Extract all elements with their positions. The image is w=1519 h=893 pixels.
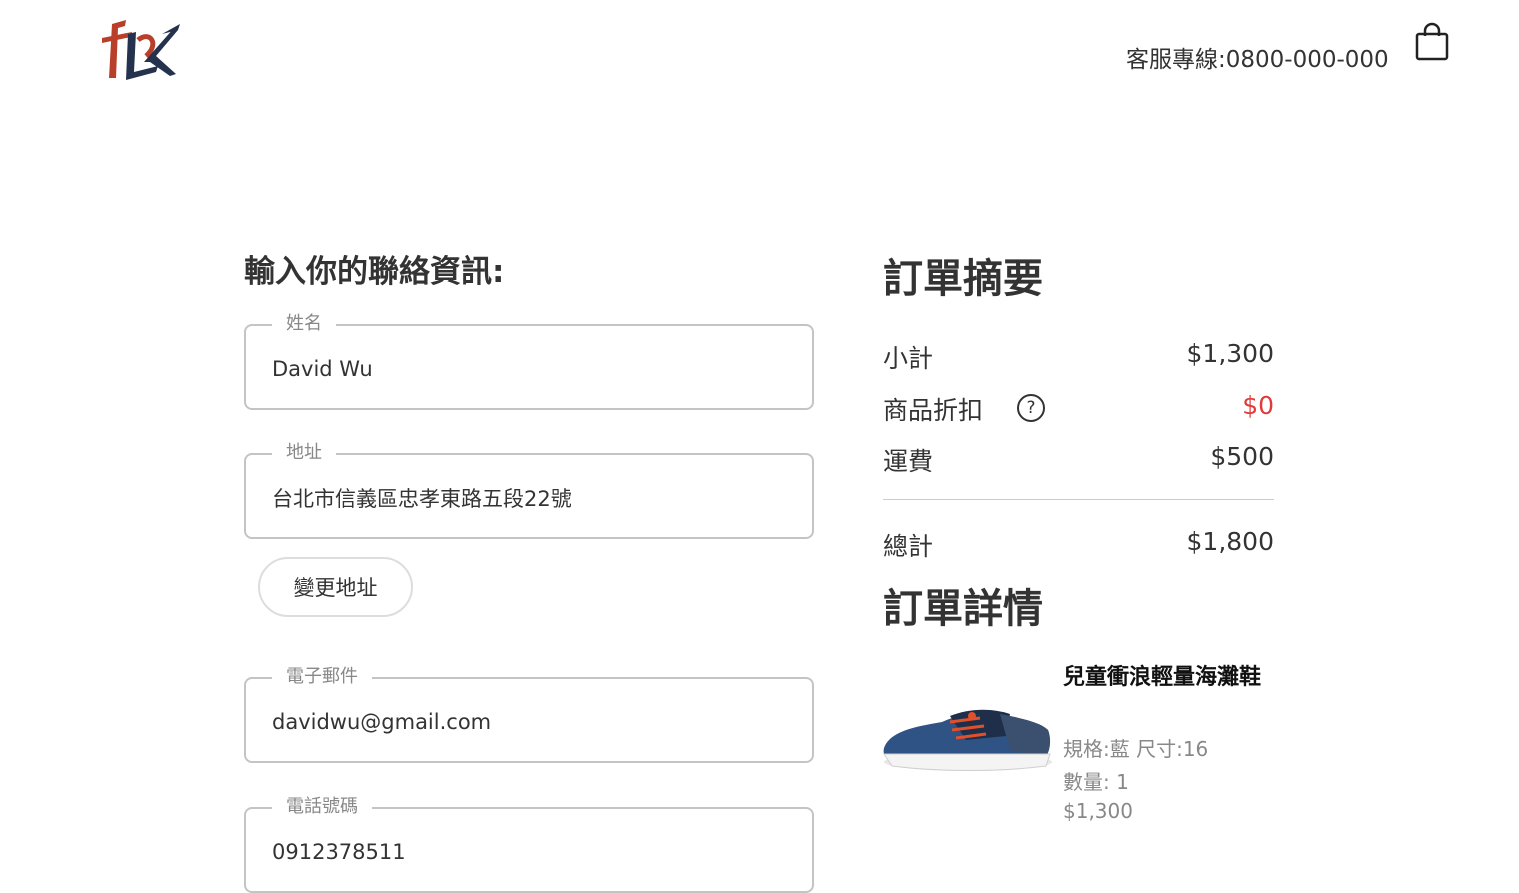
subtotal-row: 小計 $1,300 — [883, 339, 1274, 373]
product-spec: 規格:藍 尺寸:16 — [1063, 737, 1209, 761]
name-input[interactable] — [272, 354, 792, 384]
shipping-value: $500 — [1210, 442, 1274, 471]
email-input[interactable] — [272, 707, 792, 737]
product-quantity: 數量: 1 — [1063, 770, 1129, 794]
subtotal-label: 小計 — [883, 344, 934, 373]
shipping-label: 運費 — [883, 447, 934, 476]
address-field: 地址 — [244, 442, 814, 539]
discount-label: 商品折扣 — [883, 396, 984, 425]
phone-field: 電話號碼 — [244, 796, 814, 893]
subtotal-value: $1,300 — [1186, 339, 1274, 368]
shipping-row: 運費 $500 — [883, 442, 1274, 476]
discount-value: $0 — [1242, 391, 1274, 420]
change-address-button[interactable]: 變更地址 — [258, 557, 413, 617]
address-field-label: 地址 — [272, 442, 336, 464]
email-field: 電子郵件 — [244, 666, 814, 763]
brand-logo[interactable] — [98, 16, 182, 90]
product-image[interactable] — [880, 700, 1054, 776]
name-field-label: 姓名 — [272, 313, 336, 335]
discount-row: 商品折扣 ? $0 — [883, 391, 1274, 425]
total-row: 總計 $1,800 — [883, 527, 1274, 561]
address-input[interactable] — [272, 483, 792, 513]
email-field-label: 電子郵件 — [272, 666, 372, 688]
summary-divider — [883, 499, 1274, 500]
total-value: $1,800 — [1186, 527, 1274, 556]
shopping-bag-icon[interactable] — [1414, 22, 1450, 62]
customer-service-hotline: 客服專線:0800-000-000 — [1126, 47, 1389, 73]
order-summary-title: 訂單摘要 — [883, 256, 1043, 302]
contact-form-title: 輸入你的聯絡資訊: — [244, 254, 505, 290]
name-field: 姓名 — [244, 313, 814, 410]
total-label: 總計 — [883, 532, 934, 561]
product-name[interactable]: 兒童衝浪輕量海灘鞋 — [1063, 660, 1273, 696]
phone-input[interactable] — [272, 837, 792, 867]
phone-field-label: 電話號碼 — [272, 796, 372, 818]
help-icon[interactable]: ? — [1017, 394, 1045, 422]
order-details-title: 訂單詳情 — [883, 586, 1043, 632]
product-price: $1,300 — [1063, 799, 1133, 823]
